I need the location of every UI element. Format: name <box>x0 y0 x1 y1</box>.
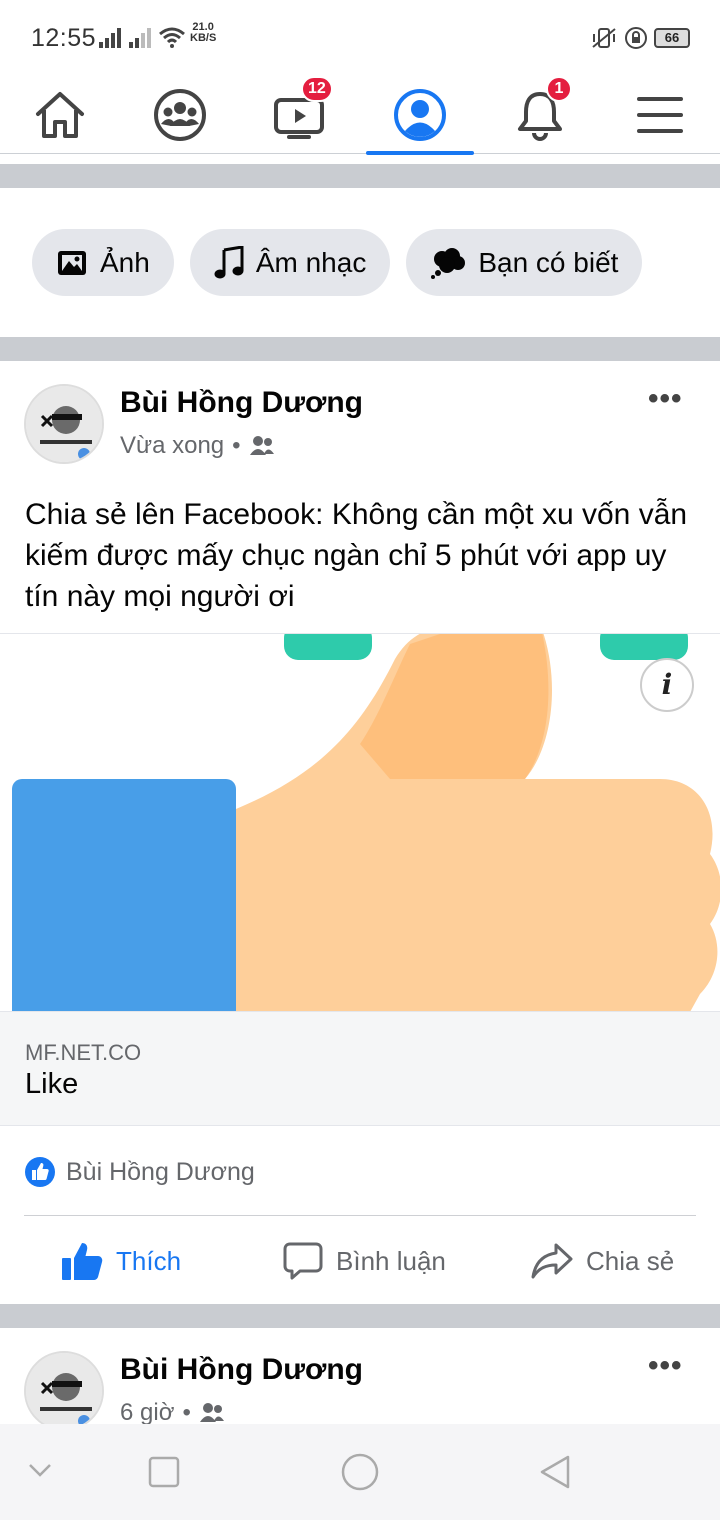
video-badge: 12 <box>301 76 333 102</box>
chevron-down-icon[interactable] <box>28 1462 52 1478</box>
comment-button[interactable]: Bình luận <box>282 1236 446 1286</box>
friends-audience-icon <box>249 436 274 455</box>
battery-indicator: 66 <box>654 28 690 48</box>
music-note-icon <box>214 245 244 278</box>
post-time[interactable]: Vừa xong <box>120 432 224 460</box>
post2-time[interactable]: 6 giờ <box>120 1399 174 1427</box>
menu-icon <box>637 97 683 133</box>
back-triangle-icon[interactable] <box>538 1454 574 1490</box>
post-text: Chia sẻ lên Facebook: Không cần một xu v… <box>25 498 688 613</box>
link-preview-footer[interactable]: MF.NET.CO Like <box>0 1011 720 1126</box>
like-label: Thích <box>116 1245 182 1276</box>
share-button[interactable]: Chia sẻ <box>530 1236 674 1286</box>
recents-square-icon[interactable] <box>148 1456 180 1488</box>
post2-author-avatar[interactable] <box>24 1351 104 1431</box>
vibrate-mute-icon <box>592 28 616 48</box>
comment-icon <box>283 1242 323 1280</box>
composer-chips: Ảnh Âm nhạc Bạn có biết <box>32 229 643 296</box>
profile-icon <box>394 89 446 141</box>
post2-author-name[interactable]: Bùi Hồng Dương <box>120 1353 363 1387</box>
network-speed: 21.0 KB/S <box>190 22 216 44</box>
thought-bubble-icon <box>431 247 466 279</box>
link-preview-image[interactable]: i <box>0 633 720 1011</box>
section-separator <box>0 1304 720 1328</box>
reaction-names: Bùi Hồng Dương <box>66 1157 255 1186</box>
comment-label: Bình luận <box>336 1245 446 1276</box>
share-label: Chia sẻ <box>586 1245 675 1276</box>
post2-meta: 6 giờ • <box>120 1399 225 1427</box>
like-button[interactable]: Thích <box>60 1236 181 1286</box>
avatar-image <box>26 386 102 462</box>
avatar-image <box>26 1353 102 1429</box>
link-domain: MF.NET.CO <box>25 1040 142 1065</box>
post-meta: Vừa xong • <box>120 432 275 460</box>
thumbs-up-illustration <box>12 634 720 1011</box>
chip-music[interactable]: Âm nhạc <box>189 229 391 296</box>
signal-icon-2 <box>129 28 151 48</box>
rotation-lock-icon <box>625 27 647 49</box>
thumbs-up-icon <box>62 1243 103 1280</box>
chip-music-label: Âm nhạc <box>255 246 367 278</box>
friends-audience-icon <box>199 1403 224 1422</box>
section-separator <box>0 164 720 188</box>
notifications-badge: 1 <box>546 76 572 102</box>
post-more-options[interactable]: ••• <box>648 382 683 416</box>
signal-icon <box>99 28 121 48</box>
reaction-summary[interactable]: Bùi Hồng Dương <box>24 1156 255 1188</box>
chip-did-you-know[interactable]: Bạn có biết <box>406 229 643 296</box>
like-reaction-icon <box>25 1157 55 1187</box>
nav-watch[interactable]: 12 <box>246 76 354 154</box>
facebook-nav-bar: 12 1 <box>0 76 720 155</box>
wifi-icon <box>159 27 185 48</box>
nav-groups[interactable] <box>126 76 234 154</box>
status-bar: 12:55 21.0 KB/S 66 <box>0 0 720 76</box>
nav-notifications[interactable]: 1 <box>486 76 594 154</box>
chip-photos[interactable]: Ảnh <box>32 229 174 296</box>
home-circle-icon[interactable] <box>340 1452 380 1492</box>
nav-profile[interactable] <box>366 76 474 155</box>
system-navigation-bar <box>0 1424 720 1520</box>
post2-more-options[interactable]: ••• <box>648 1349 683 1383</box>
share-icon <box>531 1243 573 1279</box>
speed-unit: KB/S <box>190 32 217 44</box>
status-time: 12:55 <box>31 24 97 52</box>
chip-photos-label: Ảnh <box>100 246 150 278</box>
post-author-name[interactable]: Bùi Hồng Dương <box>120 386 363 420</box>
groups-icon <box>154 89 206 141</box>
status-right: 66 <box>590 26 690 50</box>
meta-dot: • <box>182 1399 191 1426</box>
chip-did-you-know-label: Bạn có biết <box>478 246 619 278</box>
meta-dot: • <box>232 432 241 459</box>
link-title: Like <box>25 1068 79 1100</box>
action-divider <box>24 1215 696 1216</box>
section-separator <box>0 337 720 361</box>
post-author-avatar[interactable] <box>24 384 104 464</box>
photo-icon <box>58 250 86 275</box>
nav-home[interactable] <box>6 76 114 154</box>
nav-menu[interactable] <box>606 76 714 154</box>
home-icon <box>36 92 84 138</box>
ad-info-button[interactable]: i <box>640 658 694 712</box>
